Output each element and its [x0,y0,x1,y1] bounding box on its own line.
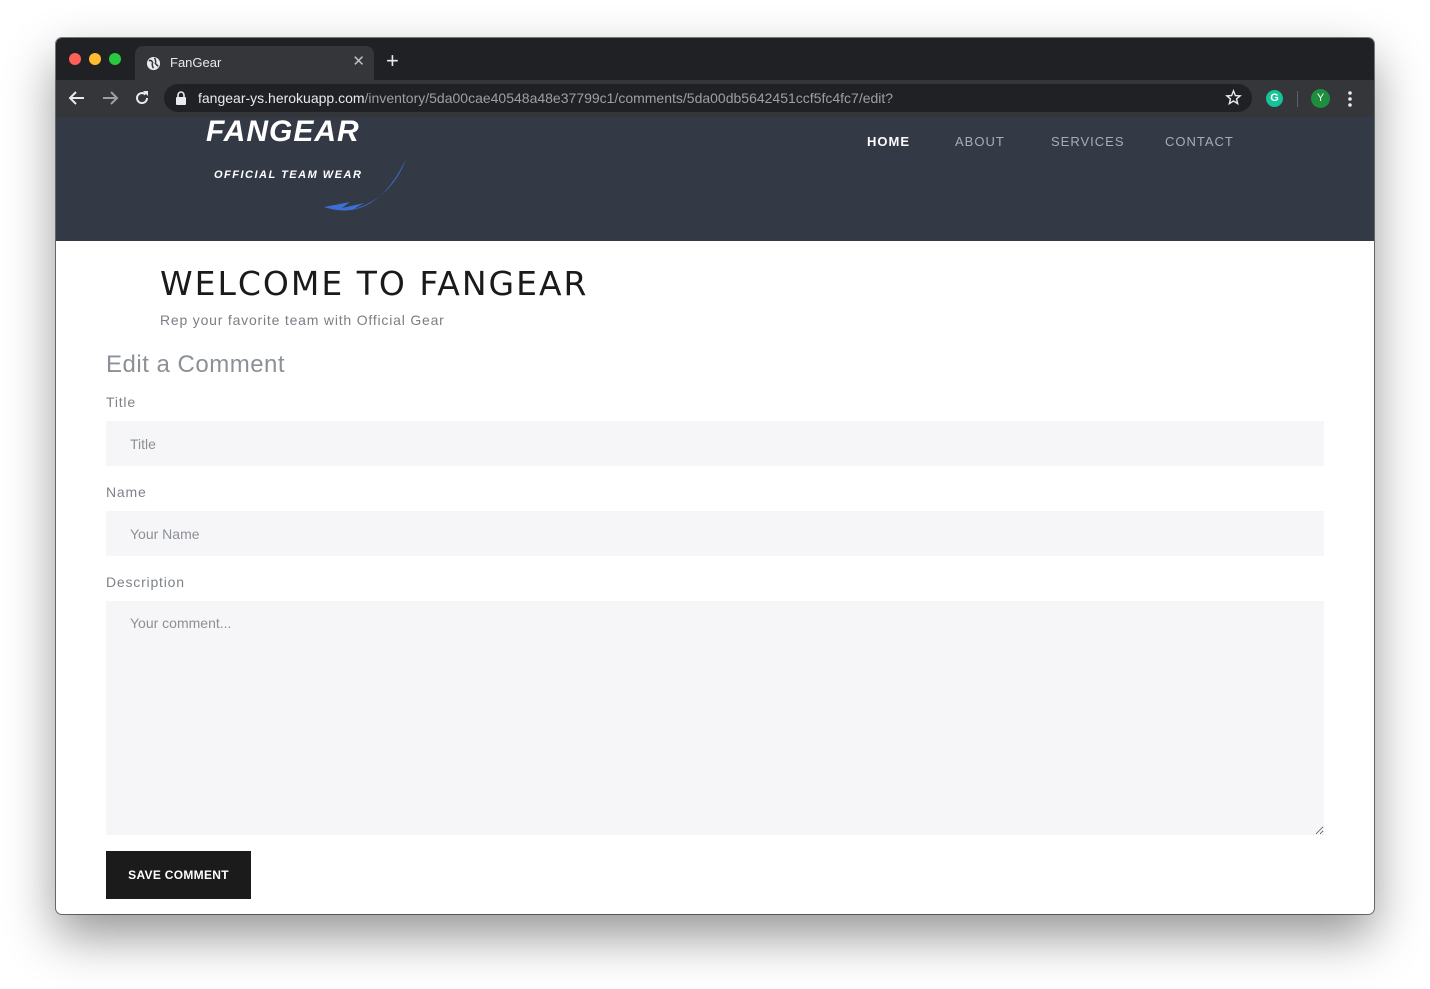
save-comment-button[interactable]: SAVE COMMENT [106,851,251,899]
nav-services[interactable]: SERVICES [1051,134,1125,149]
lightning-swoosh-icon [324,159,406,211]
title-label: Title [106,394,136,410]
address-bar[interactable]: fangear-ys.herokuapp.com/inventory/5da00… [164,84,1252,112]
maximize-window-button[interactable] [109,53,121,65]
nav-about[interactable]: ABOUT [955,134,1005,149]
minimize-window-button[interactable] [89,53,101,65]
nav-contact[interactable]: CONTACT [1165,134,1234,149]
tab-strip: FanGear ✕ + [56,38,1374,80]
close-tab-icon[interactable]: ✕ [352,52,365,70]
site-header: FANGEAR OFFICIAL TEAM WEAR HOME ABOUT SE… [56,117,1374,241]
tab-title: FanGear [170,55,222,70]
page-subtitle: Rep your favorite team with Official Gea… [160,312,445,328]
toolbar-divider [1297,91,1298,107]
forward-arrow-icon[interactable] [101,89,119,107]
url-path: /inventory/5da00cae40548a48e37799c1/comm… [364,90,894,106]
bookmark-star-icon[interactable] [1225,89,1242,106]
site-logo[interactable]: FANGEAR [206,117,360,147]
back-arrow-icon[interactable] [68,89,86,107]
url-host: fangear-ys.herokuapp.com [198,90,365,106]
grammarly-extension-icon[interactable]: G [1266,90,1283,107]
name-input[interactable] [106,511,1324,556]
kebab-menu-icon[interactable] [1348,90,1352,108]
form-heading: Edit a Comment [106,351,286,378]
title-input[interactable] [106,421,1324,466]
nav-home[interactable]: HOME [867,134,910,149]
browser-toolbar: fangear-ys.herokuapp.com/inventory/5da00… [56,80,1374,117]
browser-tab[interactable]: FanGear ✕ [135,46,374,80]
lock-icon [176,91,186,105]
description-textarea[interactable] [106,601,1324,835]
name-label: Name [106,484,147,500]
url-text: fangear-ys.herokuapp.com/inventory/5da00… [198,90,893,106]
profile-avatar[interactable]: Y [1311,89,1330,108]
page-title: WELCOME TO FANGEAR [160,264,589,303]
browser-window: FanGear ✕ + fangear-ys.herokuapp.com/inv… [56,38,1374,914]
new-tab-button[interactable]: + [386,50,399,72]
reload-icon[interactable] [133,89,151,107]
close-window-button[interactable] [69,53,81,65]
globe-icon [146,56,161,71]
description-label: Description [106,574,185,590]
